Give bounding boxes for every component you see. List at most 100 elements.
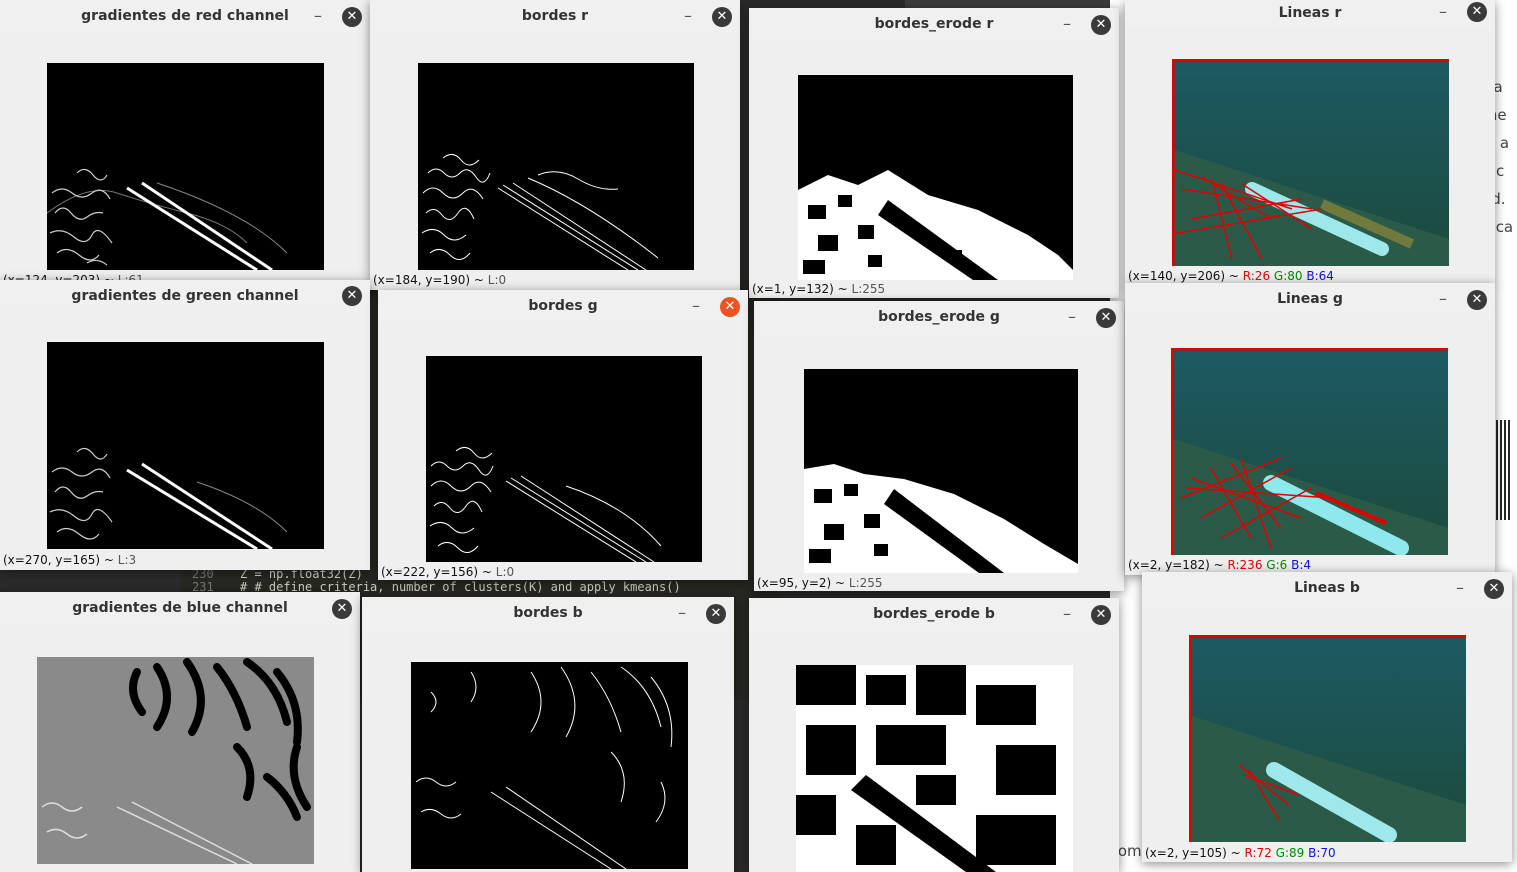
- green-readout: G:80: [1273, 269, 1303, 283]
- close-button[interactable]: ✕: [1484, 579, 1504, 599]
- status-bar: (x=140, y=206) ~ R:26 G:80 B:64: [1128, 269, 1334, 283]
- titlebar[interactable]: bordes g – ✕: [378, 290, 748, 325]
- gradient-image: [37, 657, 314, 864]
- close-button[interactable]: ✕: [342, 286, 362, 306]
- image-view[interactable]: [1189, 635, 1466, 842]
- window-bordes-g[interactable]: bordes g – ✕ (x=222, y=156) ~ L:0: [378, 290, 748, 580]
- window-lineas-b[interactable]: Lineas b – ✕ (x=2, y=105) ~ R:72 G:89 B:…: [1142, 572, 1512, 862]
- image-view[interactable]: [1171, 348, 1448, 555]
- window-bordes-erode-b[interactable]: bordes_erode b – ✕: [749, 598, 1119, 872]
- close-button[interactable]: ✕: [1091, 605, 1111, 625]
- minimize-button[interactable]: –: [1061, 307, 1083, 329]
- minimize-button[interactable]: –: [1056, 604, 1078, 626]
- level-readout: L:0: [495, 565, 515, 579]
- titlebar[interactable]: gradientes de red channel – ✕: [0, 0, 370, 35]
- close-button[interactable]: ✕: [1096, 308, 1116, 328]
- edges-image: [418, 63, 694, 270]
- coords-readout: (x=140, y=206) ~: [1128, 269, 1243, 283]
- image-view[interactable]: [798, 75, 1073, 280]
- close-button[interactable]: ✕: [712, 7, 732, 27]
- close-button[interactable]: ✕: [332, 599, 352, 619]
- image-view[interactable]: [47, 342, 324, 549]
- titlebar[interactable]: Lineas r – ✕: [1125, 0, 1495, 28]
- red-readout: R:72: [1244, 846, 1272, 860]
- window-bordes-erode-r[interactable]: bordes_erode r – ✕ (x=1, y=132) ~ L:255: [749, 8, 1119, 298]
- minimize-button[interactable]: –: [677, 6, 699, 28]
- gradient-image: [47, 342, 324, 549]
- titlebar[interactable]: bordes_erode g – ✕: [754, 301, 1124, 336]
- window-bordes-b[interactable]: bordes b – ✕: [362, 597, 734, 872]
- coords-readout: (x=1, y=132) ~: [752, 282, 852, 296]
- gradient-image: [47, 63, 324, 270]
- minimize-button[interactable]: –: [1432, 289, 1454, 311]
- titlebar[interactable]: bordes_erode r – ✕: [749, 8, 1119, 43]
- coords-readout: (x=2, y=105) ~: [1145, 846, 1245, 860]
- minimize-button[interactable]: –: [1056, 14, 1078, 36]
- window-title: gradientes de blue channel: [72, 600, 288, 616]
- window-lineas-r[interactable]: Lineas r – ✕ (x=140, y=206) ~ R:26 G:80 …: [1125, 0, 1495, 285]
- image-view[interactable]: [1172, 59, 1449, 266]
- status-bar: (x=2, y=105) ~ R:72 G:89 B:70: [1145, 846, 1336, 860]
- close-button[interactable]: ✕: [706, 604, 726, 624]
- coords-readout: (x=184, y=190) ~: [373, 273, 488, 287]
- status-bar: (x=222, y=156) ~ L:0: [381, 565, 514, 579]
- minimize-button[interactable]: –: [1432, 2, 1454, 24]
- close-button[interactable]: ✕: [720, 297, 740, 317]
- titlebar[interactable]: Lineas b – ✕: [1142, 572, 1512, 607]
- green-readout: G:6: [1266, 558, 1288, 572]
- close-button[interactable]: ✕: [1467, 2, 1487, 22]
- eroded-image: [798, 75, 1073, 280]
- window-gradientes-green[interactable]: gradientes de green channel ✕ (x=270, y=…: [0, 280, 370, 570]
- close-button[interactable]: ✕: [342, 7, 362, 27]
- blue-readout: B:64: [1306, 269, 1334, 283]
- status-bar: (x=270, y=165) ~ L:3: [3, 553, 136, 567]
- edges-image: [426, 356, 702, 562]
- blue-readout: B:4: [1291, 558, 1312, 572]
- level-readout: L:3: [117, 553, 137, 567]
- titlebar[interactable]: bordes b – ✕: [362, 597, 734, 632]
- image-view[interactable]: [426, 356, 702, 562]
- window-bordes-r[interactable]: bordes r – ✕ (x=184, y=190) ~ L:0: [370, 0, 740, 290]
- coords-readout: (x=222, y=156) ~: [381, 565, 496, 579]
- minimize-button[interactable]: –: [307, 6, 329, 28]
- titlebar[interactable]: bordes_erode b – ✕: [749, 598, 1119, 633]
- status-bar: (x=1, y=132) ~ L:255: [752, 282, 885, 296]
- lines-overlay-image: [1189, 635, 1466, 842]
- close-button[interactable]: ✕: [1091, 15, 1111, 35]
- window-title: gradientes de green channel: [71, 288, 299, 304]
- level-readout: L:255: [848, 576, 883, 590]
- green-readout: G:89: [1275, 846, 1305, 860]
- status-bar: (x=95, y=2) ~ L:255: [757, 576, 883, 590]
- lines-overlay-image: [1171, 348, 1448, 555]
- edges-image: [411, 662, 688, 869]
- image-view[interactable]: [418, 63, 694, 270]
- eroded-image: [804, 369, 1078, 573]
- coords-readout: (x=95, y=2) ~: [757, 576, 849, 590]
- titlebar[interactable]: bordes r – ✕: [370, 0, 740, 35]
- level-readout: L:255: [851, 282, 886, 296]
- minimize-button[interactable]: –: [1449, 578, 1471, 600]
- coords-readout: (x=270, y=165) ~: [3, 553, 118, 567]
- window-gradientes-red[interactable]: gradientes de red channel – ✕ (x=124, y=…: [0, 0, 370, 290]
- window-lineas-g[interactable]: Lineas g – ✕ (x=2, y=182) ~ R:236 G:6 B:…: [1125, 283, 1495, 575]
- close-button[interactable]: ✕: [1467, 290, 1487, 310]
- coords-readout: (x=2, y=182) ~: [1128, 558, 1228, 572]
- image-view[interactable]: [796, 665, 1073, 872]
- titlebar[interactable]: gradientes de blue channel ✕: [0, 592, 360, 627]
- image-view[interactable]: [47, 63, 324, 270]
- window-bordes-erode-g[interactable]: bordes_erode g – ✕ (x=95, y=2) ~ L:255: [754, 301, 1124, 591]
- image-view[interactable]: [804, 369, 1078, 573]
- titlebar[interactable]: gradientes de green channel ✕: [0, 280, 370, 310]
- red-readout: R:236: [1227, 558, 1263, 572]
- image-view[interactable]: [37, 657, 314, 864]
- status-bar: (x=184, y=190) ~ L:0: [373, 273, 506, 287]
- titlebar[interactable]: Lineas g – ✕: [1125, 283, 1495, 318]
- lines-overlay-image: [1172, 59, 1449, 266]
- red-readout: R:26: [1242, 269, 1271, 283]
- eroded-image: [796, 665, 1073, 872]
- minimize-button[interactable]: –: [685, 296, 707, 318]
- image-view[interactable]: [411, 662, 688, 869]
- minimize-button[interactable]: –: [671, 603, 693, 625]
- blue-readout: B:70: [1308, 846, 1336, 860]
- window-gradientes-blue[interactable]: gradientes de blue channel ✕: [0, 592, 360, 872]
